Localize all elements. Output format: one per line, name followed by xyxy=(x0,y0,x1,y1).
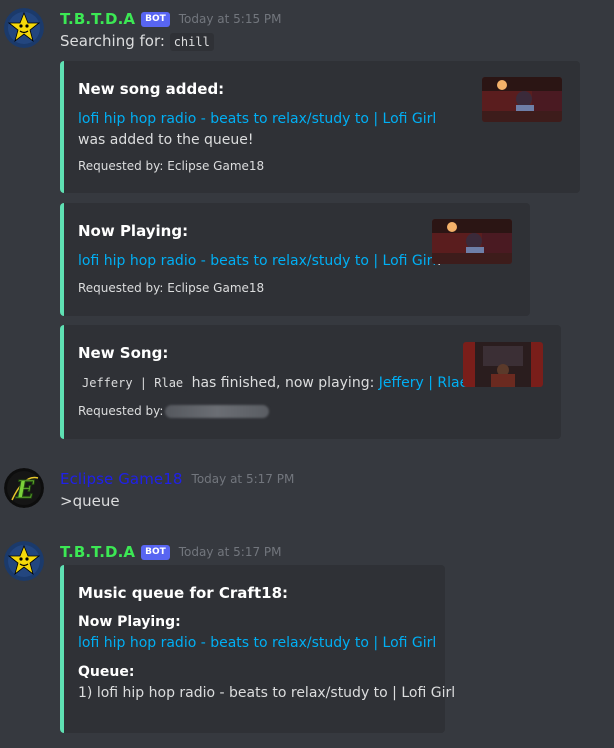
embed-title: New Song: xyxy=(78,344,169,362)
song-thumbnail[interactable] xyxy=(432,219,512,264)
bot-tag: BOT xyxy=(141,11,170,27)
song-thumbnail[interactable] xyxy=(482,77,562,122)
embed-title: Now Playing: xyxy=(78,222,189,240)
timestamp[interactable]: Today at 5:15 PM xyxy=(179,12,282,26)
search-prefix: Searching for: xyxy=(60,32,165,50)
queue-item: 1) lofi hip hop radio - beats to relax/s… xyxy=(78,685,456,701)
embed-description: lofi hip hop radio - beats to relax/stud… xyxy=(78,109,453,151)
embed-middle-text: has finished, now playing: xyxy=(191,375,375,391)
embed-title: New song added: xyxy=(78,80,225,98)
message-text: >queue xyxy=(60,492,120,510)
song-link[interactable]: lofi hip hop radio - beats to relax/stud… xyxy=(78,111,436,127)
author-name[interactable]: T.B.T.D.A xyxy=(60,543,135,561)
song-link[interactable]: lofi hip hop radio - beats to relax/stud… xyxy=(78,253,436,269)
message-2: E Eclipse Game18 Today at 5:17 PM >queue xyxy=(0,468,614,518)
embed-description: Jeffery | Rlae has finished, now playing… xyxy=(78,373,474,394)
svg-text:E: E xyxy=(15,475,35,504)
embed-suffix: was added to the queue! xyxy=(78,132,254,148)
message-text: Searching for: chill xyxy=(60,32,214,51)
author-name[interactable]: T.B.T.D.A xyxy=(60,10,135,28)
requested-by-label: Requested by: xyxy=(78,404,164,418)
now-playing-value: lofi hip hop radio - beats to relax/stud… xyxy=(78,635,436,651)
message-header: T.B.T.D.A BOT Today at 5:15 PM xyxy=(60,8,282,30)
embed-title: Music queue for Craft18: xyxy=(78,584,288,602)
embed-now-playing: Now Playing: lofi hip hop radio - beats … xyxy=(60,203,530,316)
song-link[interactable]: lofi hip hop radio - beats to relax/stud… xyxy=(78,635,436,651)
embed-new-song-added: New song added: lofi hip hop radio - bea… xyxy=(60,61,580,193)
search-query: chill xyxy=(169,33,214,51)
user-avatar[interactable]: E xyxy=(4,468,44,508)
thumbnail-image xyxy=(432,219,512,264)
message-3: T.B.T.D.A BOT Today at 5:17 PM Music que… xyxy=(0,541,614,741)
song-thumbnail[interactable] xyxy=(463,342,543,387)
embed-footer: Requested by: Eclipse Game18 xyxy=(78,159,265,173)
queue-label: Queue: xyxy=(78,664,135,680)
embed-description: lofi hip hop radio - beats to relax/stud… xyxy=(78,251,442,272)
bot-tag: BOT xyxy=(141,544,170,560)
embed-footer: Requested by: xyxy=(78,404,270,418)
bot-avatar[interactable] xyxy=(4,541,44,581)
timestamp[interactable]: Today at 5:17 PM xyxy=(179,545,282,559)
embed-music-queue: Music queue for Craft18: Now Playing: lo… xyxy=(60,565,455,733)
embed-footer: Requested by: Eclipse Game18 xyxy=(78,281,265,295)
bot-avatar[interactable] xyxy=(4,8,44,48)
redacted-name xyxy=(165,405,270,418)
timestamp[interactable]: Today at 5:17 PM xyxy=(192,472,295,486)
embed-new-song: New Song: Jeffery | Rlae has finished, n… xyxy=(60,325,561,439)
message-header: Eclipse Game18 Today at 5:17 PM xyxy=(60,468,294,490)
author-name[interactable]: Eclipse Game18 xyxy=(60,470,183,488)
star-badge-icon xyxy=(4,8,44,48)
song-link[interactable]: Jeffery | Rlae xyxy=(379,375,468,391)
thumbnail-image xyxy=(463,342,543,387)
previous-song: Jeffery | Rlae xyxy=(78,374,188,392)
thumbnail-image xyxy=(482,77,562,122)
star-badge-icon xyxy=(4,541,44,581)
now-playing-label: Now Playing: xyxy=(78,614,181,630)
message-header: T.B.T.D.A BOT Today at 5:17 PM xyxy=(60,541,282,563)
green-e-icon: E xyxy=(4,468,44,508)
message-1: T.B.T.D.A BOT Today at 5:15 PM Searching… xyxy=(0,8,614,444)
